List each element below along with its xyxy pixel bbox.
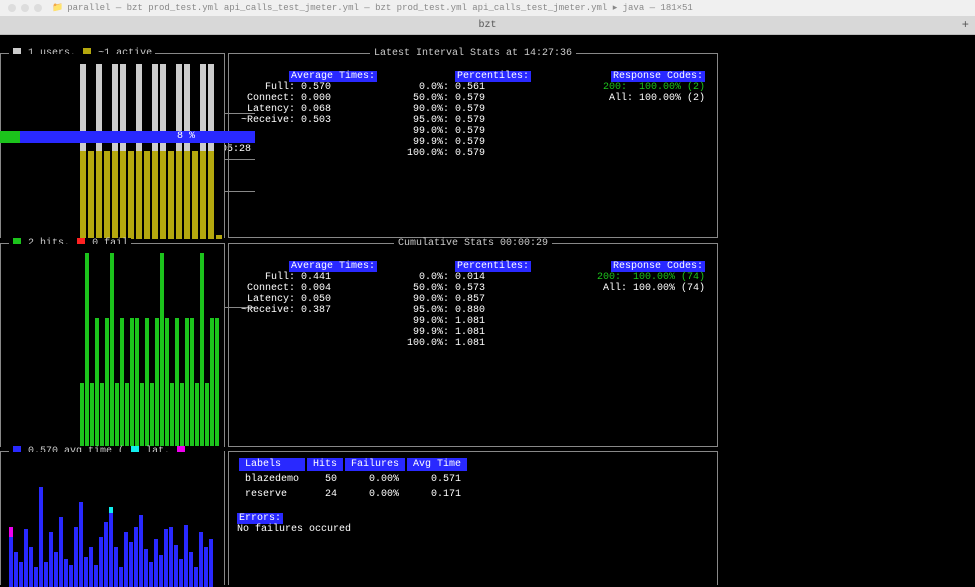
interval-pct-header: Percentiles:	[455, 71, 531, 82]
panel-hits: 2 hits, 0 fail	[0, 243, 225, 447]
folder-icon: 📁	[52, 3, 63, 13]
th-labels: Labels	[239, 458, 305, 471]
panel-avg-time: 0.570 avg time ( lat, conn)	[0, 451, 225, 585]
cumulative-resp-header: Response Codes:	[611, 261, 705, 272]
th-hits: Hits	[307, 458, 343, 471]
window-title: parallel — bzt prod_test.yml api_calls_t…	[67, 3, 693, 13]
table-row: blazedemo 50 0.00% 0.571	[239, 473, 467, 486]
cumulative-avg-header: Average Times:	[289, 261, 377, 272]
panel-cumulative-stats: Cumulative Stats 00:00:29 Average Times:…	[228, 243, 718, 447]
cumulative-resp-all: All: 100.00% (74)	[563, 283, 705, 294]
close-window-icon[interactable]	[8, 4, 16, 12]
new-tab-button[interactable]: +	[962, 18, 969, 32]
labels-table: Labels Hits Failures Avg Time blazedemo …	[237, 456, 469, 503]
interval-resp-all: All: 100.00% (2)	[563, 93, 705, 104]
interval-resp-header: Response Codes:	[611, 71, 705, 82]
errors-header: Errors:	[237, 513, 283, 524]
interval-avg-header: Average Times:	[289, 71, 377, 82]
cumulative-pct-header: Percentiles:	[455, 261, 531, 272]
panel-users: 1 users, ~1 active	[0, 53, 225, 238]
interval-title: Latest Interval Stats at 14:27:36	[370, 48, 576, 59]
panel-labels-table: Labels Hits Failures Avg Time blazedemo …	[228, 451, 718, 585]
interval-avg-values: Full: 0.570 Connect: 0.000 Latency: 0.06…	[241, 82, 377, 126]
cumulative-title: Cumulative Stats 00:00:29	[394, 238, 552, 249]
traffic-lights[interactable]	[8, 4, 42, 12]
jmeter-pct: 8 %	[177, 131, 195, 142]
table-row: reserve 24 0.00% 0.171	[239, 488, 467, 501]
hits-graph	[1, 244, 224, 448]
th-avgtime: Avg Time	[407, 458, 467, 471]
terminal-output: 1 users, ~1 active	[0, 49, 975, 586]
avg-graph	[1, 452, 224, 587]
users-graph	[1, 54, 224, 239]
errors-text: No failures occured	[237, 524, 709, 535]
cumulative-pct-values: 0.0%: 0.014 50.0%: 0.573 90.0%: 0.857 95…	[407, 272, 531, 349]
zoom-window-icon[interactable]	[34, 4, 42, 12]
interval-pct-values: 0.0%: 0.561 50.0%: 0.579 90.0%: 0.579 95…	[407, 82, 531, 159]
jmeter-progress: 8 %	[0, 131, 255, 143]
th-failures: Failures	[345, 458, 405, 471]
cumulative-resp-200: 200: 100.00% (74)	[563, 272, 705, 283]
cumulative-avg-values: Full: 0.441 Connect: 0.004 Latency: 0.05…	[241, 272, 377, 316]
tab-bar: bzt +	[0, 16, 975, 35]
panel-interval-stats: Latest Interval Stats at 14:27:36 Averag…	[228, 53, 718, 238]
minimize-window-icon[interactable]	[21, 4, 29, 12]
window-title-bar: 📁 parallel — bzt prod_test.yml api_calls…	[0, 0, 975, 16]
tab-bzt[interactable]: bzt	[478, 20, 496, 31]
interval-resp-200: 200: 100.00% (2)	[563, 82, 705, 93]
